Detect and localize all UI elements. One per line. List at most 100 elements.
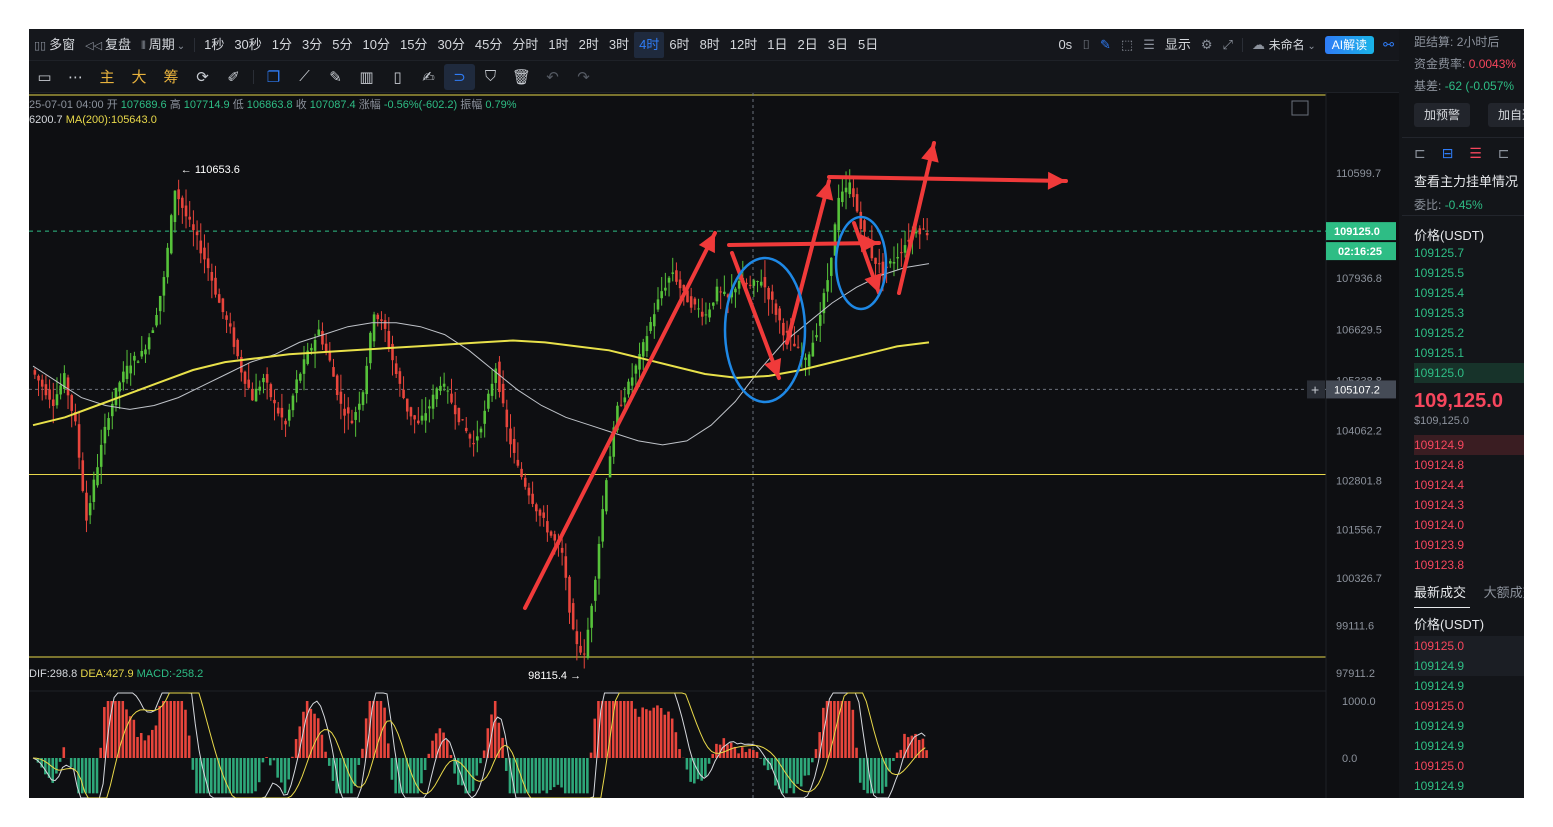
tb-13[interactable]: 1时 <box>543 32 573 58</box>
tb-16[interactable]: 4时 <box>634 31 665 58</box>
bid-row[interactable]: 109124.9 <box>1414 435 1524 455</box>
candle-body <box>299 373 302 381</box>
tb-8[interactable]: 10分 <box>358 32 395 58</box>
gear-icon[interactable]: ⚙ <box>1196 32 1218 58</box>
candle-body <box>321 330 324 345</box>
filter-icon[interactable]: ⛉ <box>475 64 506 90</box>
ai-button[interactable]: AI解读 <box>1324 35 1375 54</box>
tb-7[interactable]: 5分 <box>327 32 357 58</box>
rect-tool-icon[interactable]: ▭ <box>29 64 60 90</box>
tb-17[interactable]: 6时 <box>664 32 694 58</box>
macd-bar <box>796 758 799 784</box>
candle-body <box>759 281 763 286</box>
candle-body <box>660 291 663 299</box>
tb-5[interactable]: 1分 <box>267 32 297 58</box>
fullscreen-icon[interactable]: ⤢ <box>1218 32 1238 58</box>
camera-icon[interactable]: ⌷ <box>1077 32 1095 58</box>
ask-row[interactable]: 109125.3 <box>1414 303 1524 323</box>
tb-0[interactable]: ▯▯ 多窗 <box>29 32 80 58</box>
ask-row[interactable]: 109125.7 <box>1414 243 1524 263</box>
brush-icon[interactable]: ✐ <box>218 64 249 90</box>
bid-row[interactable]: 109123.8 <box>1414 555 1524 575</box>
redo-icon[interactable]: ↷ <box>568 64 599 90</box>
ask-row[interactable]: 109125.5 <box>1414 263 1524 283</box>
indicator-big[interactable]: 大 <box>123 64 155 90</box>
pen-icon[interactable]: ✎ <box>1095 32 1116 58</box>
tb-6[interactable]: 3分 <box>297 32 327 58</box>
indicator-main[interactable]: 主 <box>91 64 123 90</box>
candles-icon[interactable]: ▥ <box>351 64 382 90</box>
tb-label: 周期 <box>148 36 175 52</box>
ask-row[interactable]: 109125.1 <box>1414 343 1524 363</box>
battery-icon[interactable]: ▯ <box>382 64 413 90</box>
candle-body <box>723 291 726 295</box>
tb-11[interactable]: 45分 <box>470 32 507 58</box>
macd-bar <box>493 701 497 758</box>
add-alert-button[interactable]: 加预警 <box>1414 103 1471 127</box>
candle-body <box>763 277 767 288</box>
bid-row[interactable]: 109124.0 <box>1414 515 1524 535</box>
tb-21[interactable]: 2日 <box>793 32 823 58</box>
tb-23[interactable]: 5日 <box>853 32 883 58</box>
trades-tab[interactable]: 最新成交 <box>1414 585 1466 600</box>
pen-icon[interactable]: ✎ <box>320 64 351 90</box>
trash-icon[interactable]: 🗑 <box>506 64 537 90</box>
kline-chart[interactable]: 110599.7107936.8106629.5105338.8104062.2… <box>29 93 1399 798</box>
add-watchlist-button[interactable]: 加自选 <box>1488 103 1524 127</box>
orderbook-tab-icon[interactable]: ☰ <box>1469 145 1482 161</box>
candle-body <box>863 220 866 232</box>
tb-9[interactable]: 15分 <box>395 32 432 58</box>
candle-body <box>748 284 752 286</box>
divider <box>1402 215 1524 216</box>
macd-bar <box>423 758 427 771</box>
list-icon[interactable]: ☰ <box>1138 32 1160 58</box>
display-button[interactable]: 显示 <box>1160 32 1196 58</box>
ruler-icon[interactable]: ⟋ <box>289 64 320 90</box>
settle-label: 距结算: <box>1414 35 1454 49</box>
tb-12[interactable]: 分时 <box>507 32 543 58</box>
cloud-layout[interactable]: ☁ 未命名 ⌄ <box>1247 32 1321 58</box>
ask-row[interactable]: 109125.4 <box>1414 283 1524 303</box>
ask-row[interactable]: 109125.0 <box>1414 363 1524 383</box>
big-trades-tab[interactable]: 大额成交 <box>1484 585 1524 600</box>
undo-icon[interactable]: ↶ <box>537 64 568 90</box>
macd-bar <box>232 758 235 794</box>
orderbook-tab-icon[interactable]: ⊏ <box>1414 145 1426 161</box>
candle-body <box>715 286 719 302</box>
candle-body <box>793 343 796 347</box>
tb-14[interactable]: 2时 <box>574 32 604 58</box>
ask-row[interactable]: 109125.2 <box>1414 323 1524 343</box>
tb-19[interactable]: 12时 <box>725 32 762 58</box>
select-icon[interactable]: ⬚ <box>1116 32 1138 58</box>
tb-15[interactable]: 3时 <box>604 32 634 58</box>
tb-20[interactable]: 1日 <box>762 32 792 58</box>
layout-name: 未命名 <box>1268 37 1305 52</box>
candle-body <box>210 271 214 281</box>
tb-10[interactable]: 30分 <box>432 32 469 58</box>
orderbook-title[interactable]: 查看主力挂单情况 <box>1414 171 1518 190</box>
more-tools-icon[interactable]: ⋯ <box>60 64 91 90</box>
tb-2[interactable]: ⫴ 周期 ⌄ <box>136 32 190 58</box>
bid-row[interactable]: 109123.9 <box>1414 535 1524 555</box>
macd-bar <box>99 747 102 758</box>
magnet-icon[interactable]: ⊃ <box>444 63 475 90</box>
macd-bar <box>254 758 257 792</box>
tb-18[interactable]: 8时 <box>695 32 725 58</box>
refresh-icon[interactable]: ⟳ <box>187 64 218 90</box>
close-value: 107087.4 <box>309 99 356 111</box>
timer[interactable]: 0s <box>1053 32 1077 58</box>
copy-icon[interactable]: ❐ <box>258 64 289 90</box>
orderbook-tab-icon[interactable]: ⊟ <box>1442 145 1454 161</box>
high-label: 高 <box>169 99 181 111</box>
bid-row[interactable]: 109124.4 <box>1414 475 1524 495</box>
share-icon[interactable]: ⚯ <box>1378 32 1399 58</box>
note-icon[interactable]: ✍ <box>413 64 444 90</box>
tb-1[interactable]: ◁◁ 复盘 <box>80 32 136 58</box>
bid-row[interactable]: 109124.3 <box>1414 495 1524 515</box>
tb-22[interactable]: 3日 <box>823 32 853 58</box>
tb-3[interactable]: 1秒 <box>199 32 229 58</box>
orderbook-tab-icon[interactable]: ⊏ <box>1498 145 1510 161</box>
indicator-chips[interactable]: 筹 <box>155 64 187 90</box>
tb-4[interactable]: 30秒 <box>229 32 266 58</box>
bid-row[interactable]: 109124.8 <box>1414 455 1524 475</box>
